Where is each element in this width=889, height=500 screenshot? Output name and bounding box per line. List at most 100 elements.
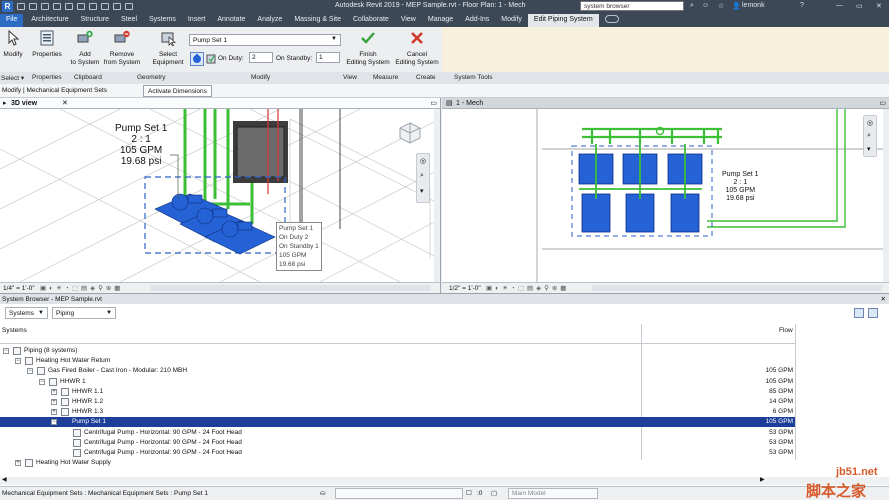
design-option-dropdown[interactable]: Main Model: [508, 488, 598, 499]
remove-from-system-button[interactable]: Remove from System: [102, 30, 142, 67]
tab-edit-piping-system[interactable]: Edit Piping System: [527, 14, 599, 27]
pump-set-label-plan[interactable]: Pump Set 1 2 : 1 105 GPM 19.68 psi: [722, 171, 759, 203]
save-icon[interactable]: [29, 3, 37, 10]
revit-logo-icon[interactable]: R: [2, 1, 13, 12]
open-icon[interactable]: [17, 3, 25, 10]
vertical-scrollbar[interactable]: [434, 109, 440, 282]
maximize-view-icon[interactable]: ▭: [430, 99, 437, 107]
tab-structure[interactable]: Structure: [75, 14, 115, 27]
horizontal-scrollbar[interactable]: [150, 285, 430, 291]
tree-row[interactable]: + HHWR 1.2 14 GPM: [0, 397, 795, 407]
horizontal-scrollbar[interactable]: ◀ ▶: [0, 477, 889, 485]
properties-button[interactable]: Properties: [30, 30, 64, 59]
undo-icon[interactable]: [41, 3, 49, 10]
tab-insert[interactable]: Insert: [182, 14, 212, 27]
design-option-icon[interactable]: ▢: [491, 489, 497, 497]
tree-row[interactable]: − Heating Hot Water Return: [0, 356, 795, 366]
tree-row[interactable]: + HHWR 1.1 85 GPM: [0, 387, 795, 397]
finish-editing-system-button[interactable]: Finish Editing System: [343, 30, 393, 67]
section-icon[interactable]: [125, 3, 133, 10]
measure-icon[interactable]: [77, 3, 85, 10]
cancel-editing-system-button[interactable]: Cancel Editing System: [393, 30, 441, 67]
panel-select-label[interactable]: Select ▾: [1, 74, 24, 82]
auto-fit-columns-icon[interactable]: [868, 308, 878, 318]
collapse-icon[interactable]: −: [51, 419, 57, 426]
print-icon[interactable]: [65, 3, 73, 10]
tab-analyze[interactable]: Analyze: [251, 14, 288, 27]
on-standby-input[interactable]: 1: [316, 52, 340, 63]
tree-row[interactable]: − HHWR 1 105 GPM: [0, 377, 795, 387]
tab-view[interactable]: View: [395, 14, 422, 27]
tab-file[interactable]: File: [0, 14, 24, 27]
add-to-system-button[interactable]: Add to System: [67, 30, 103, 67]
nav-menu-icon[interactable]: ▾: [867, 145, 871, 153]
tree-row[interactable]: Centrifugal Pump - Horizontal: 90 GPM - …: [0, 428, 795, 438]
steering-wheel-icon[interactable]: ◎: [867, 119, 873, 127]
vertical-scrollbar[interactable]: [883, 109, 889, 282]
close-icon[interactable]: ✕: [881, 295, 886, 303]
minimize-icon[interactable]: —: [836, 2, 843, 9]
worksharing-icon[interactable]: ⛀: [320, 489, 325, 497]
view-control-icons[interactable]: ▣◐☀◔⬚▤◈⚲⊕▦: [40, 284, 123, 292]
tab-manage[interactable]: Manage: [422, 14, 459, 27]
tab-architecture[interactable]: Architecture: [25, 14, 74, 27]
username[interactable]: lemonk: [742, 2, 765, 9]
expand-icon[interactable]: +: [51, 409, 57, 416]
expand-icon[interactable]: +: [51, 399, 57, 405]
scroll-right-icon[interactable]: ▶: [760, 476, 765, 483]
tab-collaborate[interactable]: Collaborate: [347, 14, 395, 27]
steering-wheel-icon[interactable]: ◎: [420, 157, 426, 165]
tree-row[interactable]: Centrifugal Pump - Horizontal: 90 GPM - …: [0, 438, 795, 448]
collapse-icon[interactable]: −: [15, 358, 21, 365]
collapse-icon[interactable]: −: [39, 378, 45, 385]
tab-annotate[interactable]: Annotate: [211, 14, 251, 27]
column-settings-icon[interactable]: [854, 308, 864, 318]
select-equipment-button[interactable]: Select Equipment: [148, 30, 188, 67]
search-icon[interactable]: ⌕: [690, 2, 694, 10]
pump-set-settings-button[interactable]: [190, 52, 204, 66]
close-icon[interactable]: ✕: [876, 2, 882, 10]
text-icon[interactable]: [101, 3, 109, 10]
tab-systems[interactable]: Systems: [143, 14, 182, 27]
3d-view-icon[interactable]: [113, 3, 121, 10]
nav-menu-icon[interactable]: ▾: [420, 187, 424, 195]
redo-icon[interactable]: [53, 3, 61, 10]
system-name-dropdown[interactable]: Pump Set 1 ▼: [189, 34, 341, 46]
viewcube-icon[interactable]: [398, 121, 422, 145]
activate-dimensions-button[interactable]: Activate Dimensions: [143, 85, 212, 97]
workset-dropdown[interactable]: [335, 488, 463, 499]
star-icon[interactable]: ☆: [718, 2, 724, 10]
tree-row[interactable]: + Heating Hot Water Supply: [0, 458, 795, 468]
horizontal-scrollbar[interactable]: [592, 285, 882, 291]
tab-add-ins[interactable]: Add-Ins: [459, 14, 495, 27]
account-icon[interactable]: ☺: [702, 2, 709, 9]
tab-massing-site[interactable]: Massing & Site: [288, 14, 347, 27]
systems-filter-dropdown[interactable]: Systems ▼: [5, 307, 48, 319]
tree-row[interactable]: − Gas Fired Boiler - Cast Iron - Modular:…: [0, 366, 795, 376]
collapse-icon[interactable]: −: [3, 348, 9, 354]
viewport-3d[interactable]: Pump Set 1 2 : 1 105 GPM 19.68 psi Pump …: [0, 109, 440, 282]
search-input[interactable]: system browser: [580, 1, 684, 11]
tab-modify[interactable]: Modify: [495, 14, 528, 27]
zoom-icon[interactable]: ⌕: [420, 172, 424, 180]
pump-set-label-3d[interactable]: Pump Set 1 2 : 1 105 GPM 19.68 psi: [115, 123, 167, 167]
viewport-floor-plan[interactable]: Pump Set 1 2 : 1 105 GPM 19.68 psi ◎ ⌕ ▾: [442, 109, 889, 282]
column-header-systems[interactable]: Systems: [2, 327, 27, 334]
discipline-filter-dropdown[interactable]: Piping ▼: [52, 307, 116, 319]
modify-button[interactable]: Modify: [1, 29, 25, 59]
tree-row[interactable]: − Piping (8 systems): [0, 346, 795, 356]
tag-icon[interactable]: [89, 3, 97, 10]
expand-icon[interactable]: +: [51, 388, 57, 395]
maximize-view-icon[interactable]: ▭: [879, 99, 886, 107]
tree-row[interactable]: + HHWR 1.3 6 GPM: [0, 407, 795, 417]
tree-row[interactable]: − Pump Set 1 105 GPM: [0, 417, 795, 428]
ribbon-display-toggle[interactable]: [599, 14, 625, 27]
editable-only-icon[interactable]: ☐: [466, 489, 472, 497]
collapse-icon[interactable]: −: [27, 368, 33, 375]
view-3d-tab[interactable]: ▸ 3D view ✕ ▭: [0, 98, 440, 109]
navigation-bar[interactable]: ◎ ⌕ ▾: [863, 115, 877, 157]
view-floor-plan-tab[interactable]: ▤ 1 - Mech ▭: [442, 98, 889, 109]
tree-row[interactable]: Centrifugal Pump - Horizontal: 90 GPM - …: [0, 448, 795, 458]
view-scale[interactable]: 1/4" = 1'-0": [3, 285, 35, 292]
navigation-bar[interactable]: ◎ ⌕ ▾: [416, 153, 430, 203]
